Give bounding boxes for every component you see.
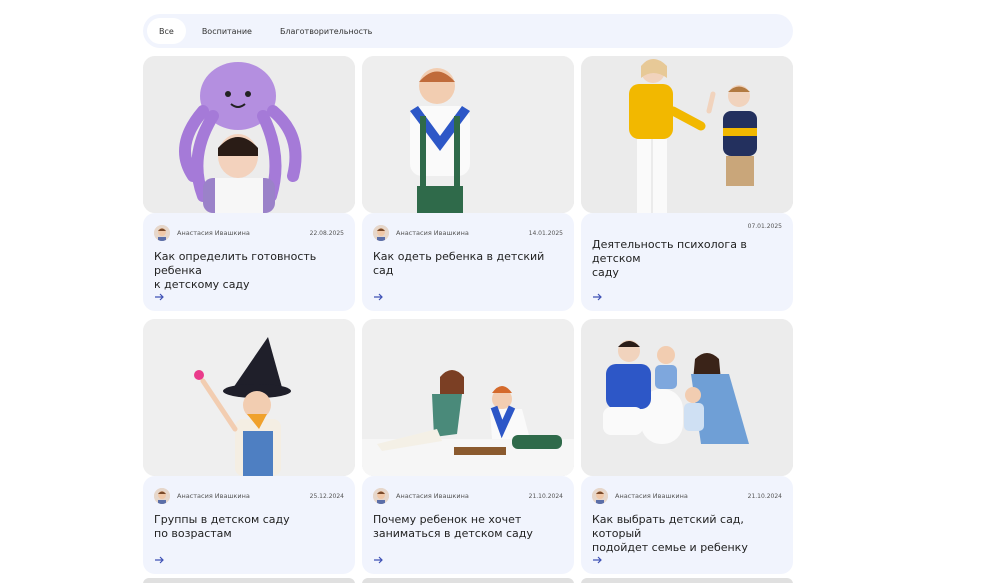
category-filter-bar: Все Воспитание Благотворительность [143,14,793,48]
octopus-child-photo [143,56,355,213]
author-avatar [373,225,389,241]
article-title[interactable]: Почему ребенок не хочет заниматься в дет… [373,513,563,545]
author-name[interactable]: Анастасия Ивашкина [396,492,529,500]
article-card[interactable]: Анастасия Ивашкина 21.10.2024 Почему реб… [362,319,574,574]
article-image[interactable] [143,56,355,213]
article-image[interactable] [362,319,574,476]
arrow-right-icon[interactable] [154,555,164,565]
article-card[interactable]: Анастасия Ивашкина 25.12.2024 Группы в д… [143,319,355,574]
articles-grid: Анастасия Ивашкина 22.08.2025 Как опреде… [143,56,793,574]
arrow-right-icon[interactable] [592,555,602,565]
author-avatar [592,488,608,504]
filter-tab-all[interactable]: Все [147,18,186,44]
article-image[interactable] [362,56,574,213]
author-avatar [373,488,389,504]
family-photo [581,319,793,476]
arrow-right-icon[interactable] [592,292,602,302]
article-card-body: Анастасия Ивашкина 14.01.2025 Как одеть … [362,213,574,311]
arrow-right-icon[interactable] [373,292,383,302]
article-meta: Анастасия Ивашкина 21.10.2024 [592,486,782,506]
article-title[interactable]: Деятельность психолога в детском саду [592,238,782,279]
article-date: 14.01.2025 [528,229,563,237]
author-name[interactable]: Анастасия Ивашкина [177,229,310,237]
article-meta: Анастасия Ивашкина 14.01.2025 [373,223,563,243]
arrow-right-icon[interactable] [154,292,164,302]
article-meta: Анастасия Ивашкина 22.08.2025 [154,223,344,243]
article-image[interactable] [581,578,793,583]
article-image[interactable] [581,319,793,476]
article-card[interactable]: 07.01.2025 Деятельность психолога в детс… [581,56,793,311]
article-date: 21.10.2024 [747,492,782,500]
article-image[interactable] [143,578,355,583]
article-title[interactable]: Как одеть ребенка в детский сад [373,250,563,282]
filter-tab-upbringing[interactable]: Воспитание [190,18,264,44]
mother-child-chess-photo [362,319,574,476]
child-wizard-photo [143,319,355,476]
article-card[interactable]: Анастасия Ивашкина 21.10.2024 Как выбрат… [581,319,793,574]
article-card-body: Анастасия Ивашкина 21.10.2024 Почему реб… [362,476,574,574]
author-name[interactable]: Анастасия Ивашкина [396,229,529,237]
author-avatar [154,488,170,504]
article-image[interactable] [581,56,793,213]
article-card-body: Анастасия Ивашкина 25.12.2024 Группы в д… [143,476,355,574]
filter-tab-charity[interactable]: Благотворительность [268,18,384,44]
article-card-body: Анастасия Ивашкина 21.10.2024 Как выбрат… [581,476,793,574]
article-image[interactable] [143,319,355,476]
author-name[interactable]: Анастасия Ивашкина [177,492,310,500]
article-title[interactable]: Группы в детском саду по возрастам [154,513,344,545]
article-meta: 07.01.2025 [592,220,782,232]
article-card[interactable]: Анастасия Ивашкина 22.08.2025 Как опреде… [143,56,355,311]
article-meta: Анастасия Ивашкина 25.12.2024 [154,486,344,506]
boy-scarf-photo [362,56,574,213]
article-card-body: Анастасия Ивашкина 22.08.2025 Как опреде… [143,213,355,311]
article-card-body: 07.01.2025 Деятельность психолога в детс… [581,213,793,311]
arrow-right-icon[interactable] [373,555,383,565]
article-meta: Анастасия Ивашкина 21.10.2024 [373,486,563,506]
article-title[interactable]: Как определить готовность ребенка к детс… [154,250,344,291]
author-name[interactable]: Анастасия Ивашкина [615,492,748,500]
article-image[interactable] [362,578,574,583]
next-row-preview [143,578,793,583]
article-date: 07.01.2025 [747,222,782,230]
article-date: 21.10.2024 [528,492,563,500]
article-date: 22.08.2025 [309,229,344,237]
article-date: 25.12.2024 [309,492,344,500]
woman-boy-highfive-photo [581,56,793,213]
author-avatar [154,225,170,241]
article-title[interactable]: Как выбрать детский сад, который подойде… [592,513,782,554]
article-card[interactable]: Анастасия Ивашкина 14.01.2025 Как одеть … [362,56,574,311]
